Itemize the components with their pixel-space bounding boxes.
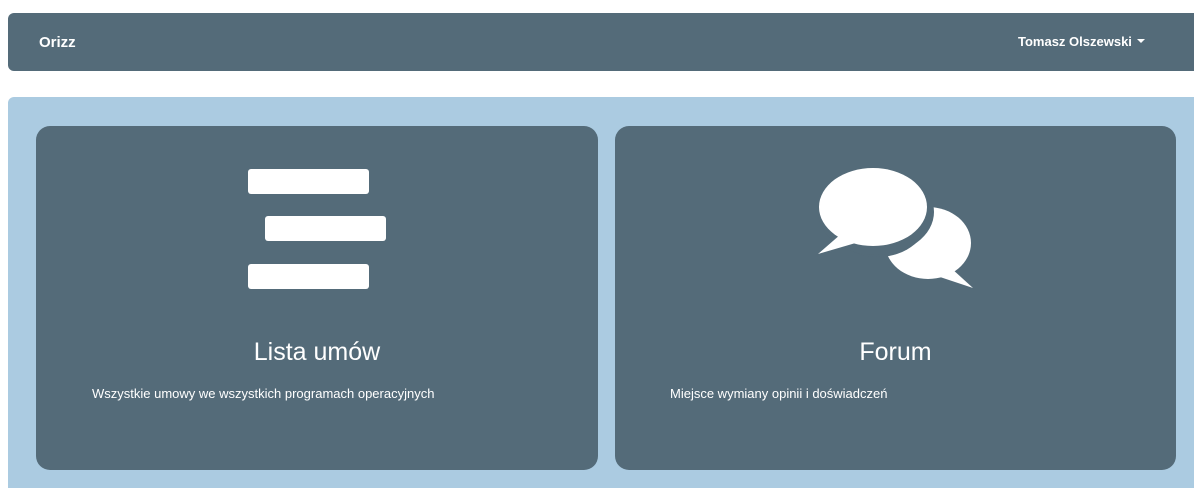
tile-contracts-list[interactable]: Lista umów Wszystkie umowy we wszystkich…: [36, 126, 598, 470]
brand-link[interactable]: Orizz: [39, 34, 76, 51]
tile-description: Wszystkie umowy we wszystkich programach…: [92, 386, 435, 401]
tile-forum[interactable]: Forum Miejsce wymiany opinii i doświadcz…: [615, 126, 1176, 470]
tile-title: Lista umów: [253, 338, 381, 366]
user-name: Tomasz Olszewski: [1018, 34, 1132, 49]
user-menu-dropdown[interactable]: Tomasz Olszewski: [1018, 34, 1145, 49]
tile-description: Miejsce wymiany opinii i doświadczeń: [670, 386, 888, 401]
list-icon: [248, 169, 386, 289]
tile-title: Forum: [859, 338, 932, 366]
caret-down-icon: [1136, 38, 1145, 43]
chat-bubbles-icon: [818, 168, 973, 288]
top-navbar: Orizz Tomasz Olszewski: [8, 13, 1194, 71]
